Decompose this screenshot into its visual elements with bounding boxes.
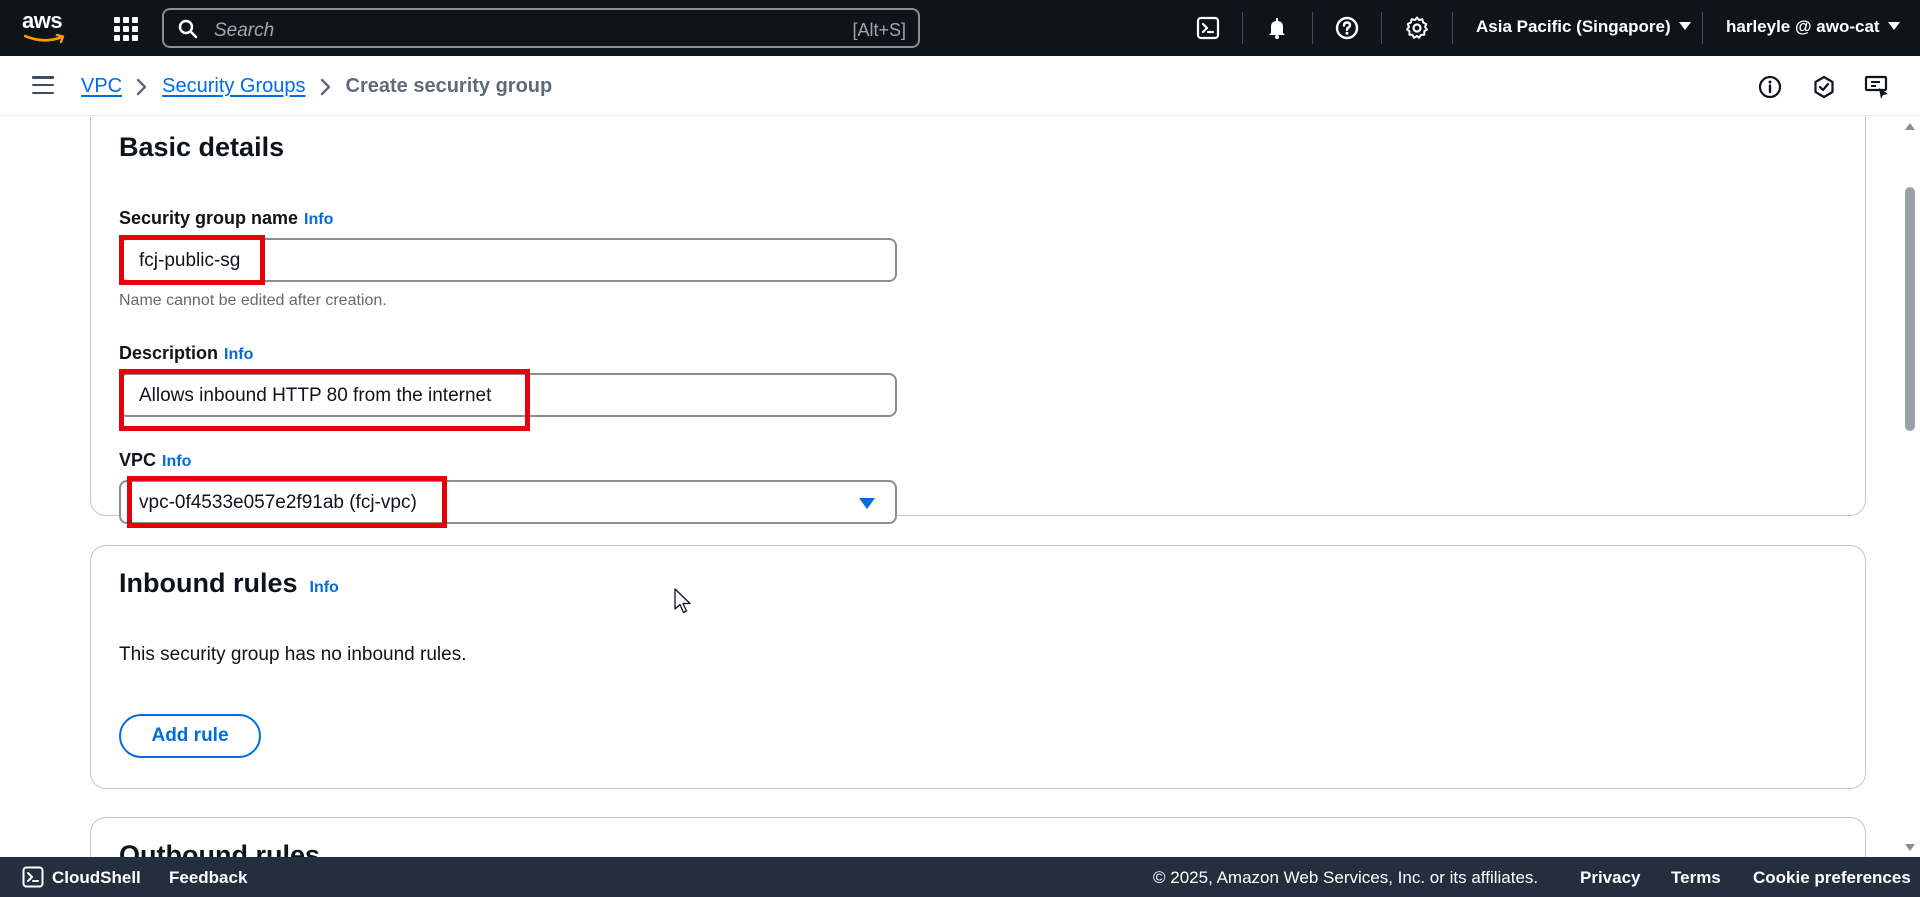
cloudshell-footer-icon[interactable] [22,866,44,893]
breadcrumb: VPC Security Groups Create security grou… [81,75,552,98]
vertical-scrollbar[interactable] [1900,117,1920,857]
nav-separator [1312,12,1313,44]
breadcrumb-bar: VPC Security Groups Create security grou… [0,56,1920,116]
chevron-right-icon [136,78,148,96]
scroll-down-icon[interactable] [1905,844,1915,851]
highlight-box [119,369,530,431]
aws-logo[interactable]: aws [22,10,70,46]
nav-separator [1381,12,1382,44]
top-navigation: aws Search [Alt+S] Asia Pacific (Singapo… [0,0,1920,56]
scroll-up-icon[interactable] [1905,123,1915,130]
privacy-link[interactable]: Privacy [1580,868,1641,888]
outbound-rules-title: Outbound rules [119,840,320,857]
nav-separator [1242,12,1243,44]
caret-down-icon [1678,21,1691,30]
bell-icon[interactable] [1263,14,1291,42]
description-info-link[interactable]: Info [224,346,253,363]
basic-details-panel: Basic details Security group name Info fc… [90,117,1866,528]
vpc-label: VPC [119,450,157,470]
terms-link[interactable]: Terms [1671,868,1721,888]
search-shortcut: [Alt+S] [852,20,906,40]
aws-smile-icon [24,34,65,44]
copyright-text: © 2025, Amazon Web Services, Inc. or its… [1153,868,1539,887]
breadcrumb-current: Create security group [345,75,553,97]
cookie-preferences-link[interactable]: Cookie preferences [1753,868,1911,888]
region-label: Asia Pacific (Singapore) [1476,17,1671,36]
feedback-link[interactable]: Feedback [169,868,247,888]
aws-logo-text: aws [22,8,63,33]
description-label: Description [119,343,219,363]
scrollbar-thumb[interactable] [1905,187,1915,431]
nav-separator [1702,12,1703,44]
menu-icon[interactable] [32,76,54,94]
footer: CloudShell Feedback © 2025, Amazon Web S… [0,857,1920,897]
account-label: harleyle @ awo-cat [1726,17,1880,36]
highlight-box [119,235,265,285]
security-group-name-hint: Name cannot be edited after creation. [119,292,387,309]
security-group-name-label-row: Security group name Info [119,208,333,229]
highlight-box [127,476,447,528]
tutorial-panel-icon[interactable] [1864,74,1890,100]
inbound-rules-info-link[interactable]: Info [310,579,339,596]
mouse-cursor-icon [674,588,691,614]
breadcrumb-vpc[interactable]: VPC [81,75,122,98]
caret-down-icon [859,498,875,509]
help-icon[interactable] [1333,14,1361,42]
security-group-name-info-link[interactable]: Info [304,211,333,228]
cloudshell-link[interactable]: CloudShell [52,868,141,888]
info-panel-icon[interactable] [1757,74,1783,100]
inbound-rules-empty-text: This security group has no inbound rules… [119,644,467,665]
chevron-right-icon [320,78,332,96]
services-grid-icon[interactable] [112,15,138,41]
search-bar[interactable]: Search [Alt+S] [162,8,920,48]
search-placeholder: Search [214,20,275,41]
security-group-name-label: Security group name [119,208,299,228]
caret-down-icon [1887,21,1900,30]
inbound-rules-header: Inbound rules Info [119,568,339,599]
nav-separator [1452,12,1453,44]
main-content: Basic details Security group name Info fc… [0,117,1900,857]
shortcut-status-icon[interactable] [1811,74,1837,100]
add-rule-button[interactable]: Add rule [119,714,261,758]
description-label-row: Description Info [119,343,253,364]
breadcrumb-security-groups[interactable]: Security Groups [162,75,305,98]
inbound-rules-panel: Inbound rules Info This security group ha… [90,545,1866,789]
search-icon [178,19,198,39]
outbound-rules-panel: Outbound rules [90,817,1866,857]
cloudshell-icon[interactable] [1194,14,1222,42]
account-menu[interactable]: harleyle @ awo-cat [1726,17,1900,37]
region-selector[interactable]: Asia Pacific (Singapore) [1476,17,1691,37]
basic-details-title: Basic details [119,132,285,162]
vpc-info-link[interactable]: Info [162,453,191,470]
vpc-label-row: VPC Info [119,450,191,471]
gear-icon[interactable] [1403,14,1431,42]
inbound-rules-title: Inbound rules [119,568,298,598]
